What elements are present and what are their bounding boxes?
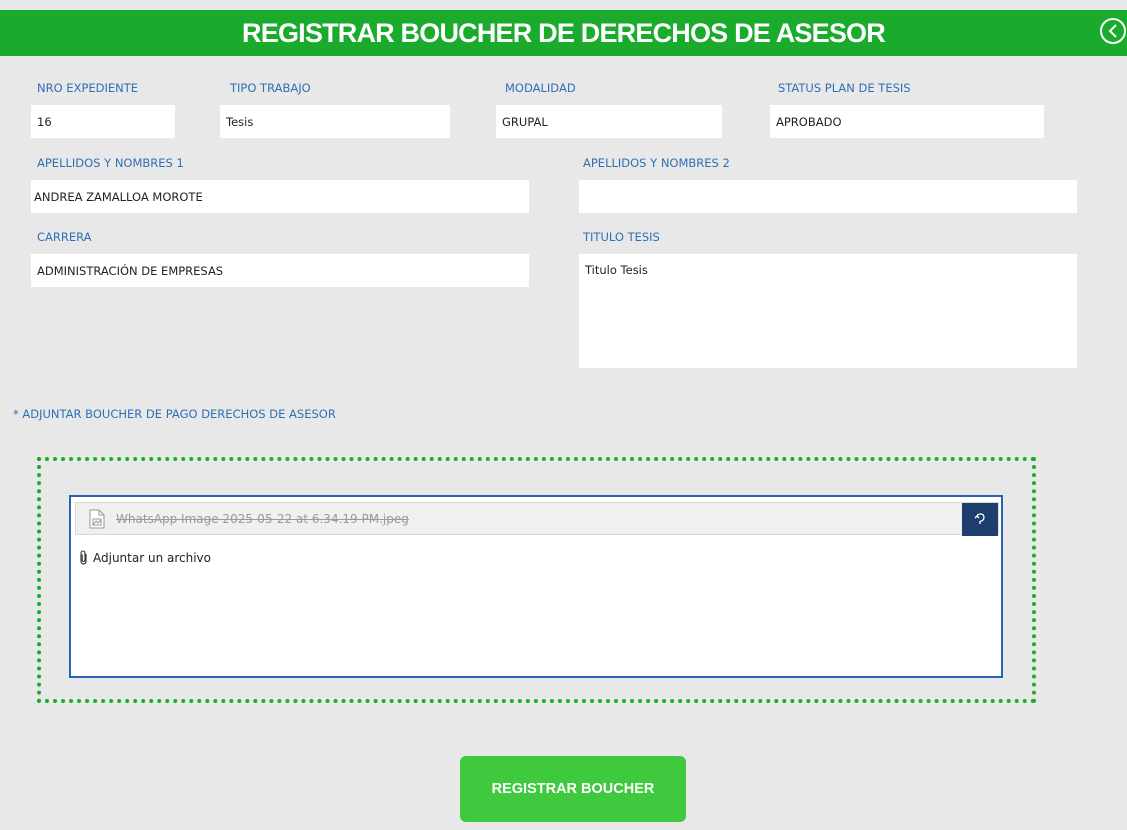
attached-file-row: WhatsApp Image 2025-05-22 at 6.34.19 PM.…: [75, 502, 999, 536]
paperclip-icon: [80, 550, 87, 565]
status-plan-field[interactable]: APROBADO: [770, 105, 1044, 138]
image-file-icon: [89, 509, 105, 528]
header-bar: REGISTRAR BOUCHER DE DERECHOS DE ASESOR: [0, 10, 1127, 56]
nro-expediente-field[interactable]: 16: [31, 105, 175, 138]
modalidad-label: MODALIDAD: [505, 81, 576, 95]
attach-file-link[interactable]: Adjuntar un archivo: [79, 550, 211, 565]
apellidos1-label: APELLIDOS Y NOMBRES 1: [37, 156, 184, 170]
nro-expediente-label: NRO EXPEDIENTE: [37, 81, 139, 95]
attachment-label: * ADJUNTAR BOUCHER DE PAGO DERECHOS DE A…: [13, 407, 336, 421]
file-upload-control: WhatsApp Image 2025-05-22 at 6.34.19 PM.…: [69, 495, 1003, 678]
status-plan-label: STATUS PLAN DE TESIS: [778, 81, 911, 95]
carrera-label: CARRERA: [37, 230, 92, 244]
page-title: REGISTRAR BOUCHER DE DERECHOS DE ASESOR: [242, 17, 886, 48]
apellidos1-field[interactable]: ANDREA ZAMALLOA MOROTE: [31, 180, 529, 213]
apellidos2-label: APELLIDOS Y NOMBRES 2: [583, 156, 730, 170]
apellidos2-field[interactable]: [579, 180, 1077, 213]
titulo-tesis-label: TITULO TESIS: [583, 230, 660, 244]
tipo-trabajo-field[interactable]: Tesis: [220, 105, 450, 138]
attach-file-label: Adjuntar un archivo: [93, 550, 211, 565]
undo-remove-button[interactable]: [962, 503, 998, 536]
chevron-left-icon: [1108, 24, 1117, 38]
attached-file-name: WhatsApp Image 2025-05-22 at 6.34.19 PM.…: [116, 511, 409, 526]
titulo-tesis-textarea[interactable]: Titulo Tesis: [579, 254, 1077, 368]
tipo-trabajo-label: TIPO TRABAJO: [230, 81, 311, 95]
carrera-field[interactable]: ADMINISTRACIÓN DE EMPRESAS: [31, 254, 529, 287]
undo-icon: [974, 512, 985, 524]
back-button[interactable]: [1100, 18, 1126, 44]
modalidad-field[interactable]: GRUPAL: [496, 105, 722, 138]
register-boucher-button[interactable]: REGISTRAR BOUCHER: [460, 756, 686, 822]
